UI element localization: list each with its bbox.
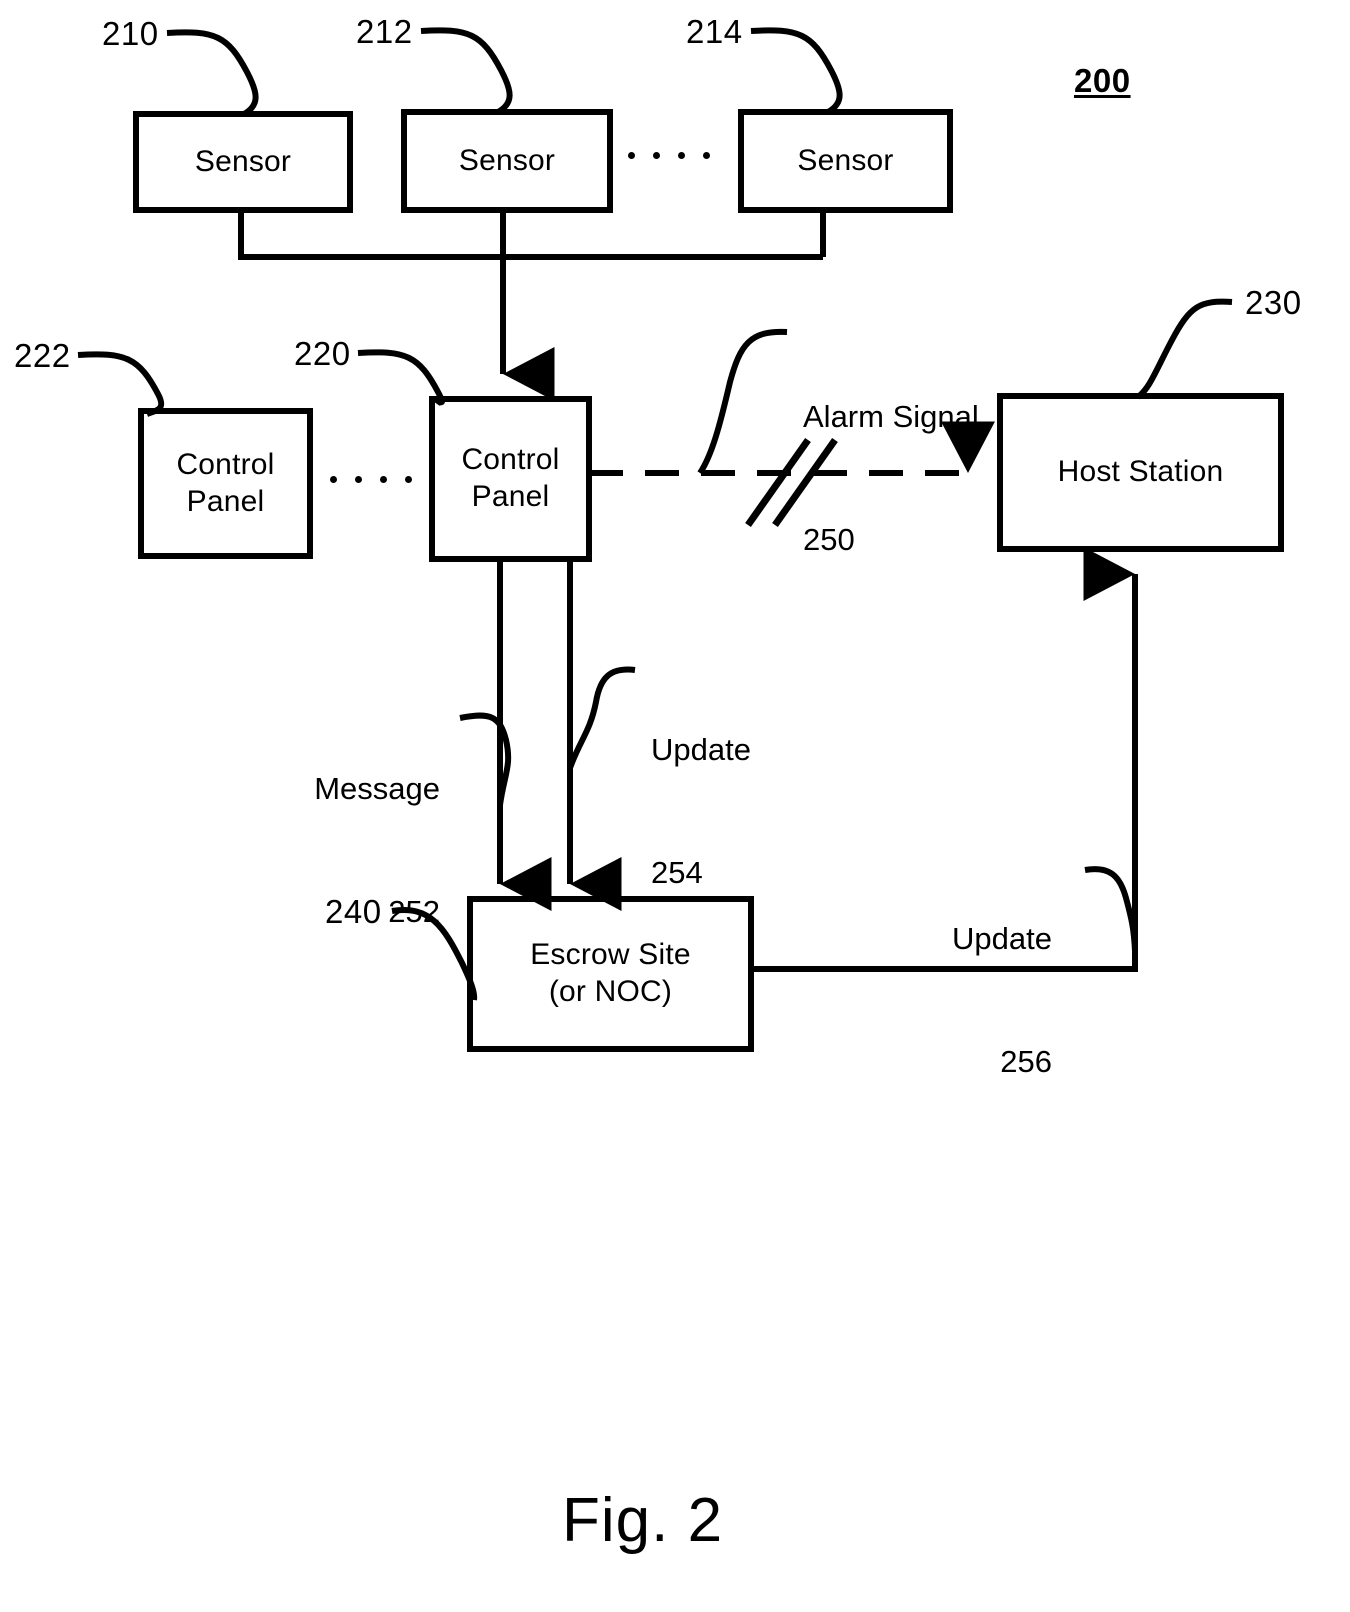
leader-update-254: [567, 666, 636, 770]
control-panel-box-222: [138, 408, 313, 559]
break-slash-1: [745, 437, 811, 528]
alarm-signal-callout-name: Alarm Signal: [803, 398, 979, 434]
message-252-callout: Message 252: [248, 687, 440, 1014]
leader-214: [750, 27, 843, 115]
leader-update-256: [1084, 866, 1138, 952]
update-256-callout: Update 256: [890, 837, 1052, 1164]
figure-system-number-200: 200: [1074, 62, 1131, 99]
leader-212: [420, 27, 513, 115]
leader-230: [1136, 298, 1233, 400]
control-panel-box-220: [429, 396, 592, 562]
update-254-callout-name: Update: [651, 731, 751, 767]
update-256-callout-ref: 256: [1000, 1043, 1052, 1079]
leader-222: [77, 351, 165, 417]
ref-number-230: 230: [1245, 284, 1302, 321]
ref-number-212: 212: [356, 13, 413, 50]
host-station-box-230: [997, 393, 1284, 552]
sensor-ellipsis-dots: [628, 152, 710, 159]
update-254-callout: Update 254: [651, 648, 751, 975]
patent-figure-page: Sensor Sensor Sensor Control Panel Contr…: [0, 0, 1350, 1612]
ref-number-220: 220: [294, 335, 351, 372]
update-256-callout-name: Update: [952, 920, 1052, 956]
sensor-box-214: [738, 109, 953, 213]
leader-210: [166, 29, 259, 117]
sensor-bus-line: [238, 210, 823, 260]
leader-alarm-250: [697, 328, 788, 475]
ref-number-210: 210: [102, 15, 159, 52]
ref-number-214: 214: [686, 13, 743, 50]
ref-number-222: 222: [14, 337, 71, 374]
alarm-signal-callout-ref: 250: [803, 521, 855, 557]
update-254-callout-ref: 254: [651, 854, 703, 890]
message-252-callout-name: Message: [314, 770, 440, 806]
control-panel-ellipsis-dots: [330, 476, 412, 483]
message-252-callout-ref: 252: [388, 893, 440, 929]
figure-caption: Fig. 2: [562, 1486, 724, 1555]
sensor-box-210: [133, 111, 353, 213]
alarm-signal-callout: Alarm Signal 250: [803, 315, 979, 642]
sensor-box-212: [401, 109, 613, 213]
